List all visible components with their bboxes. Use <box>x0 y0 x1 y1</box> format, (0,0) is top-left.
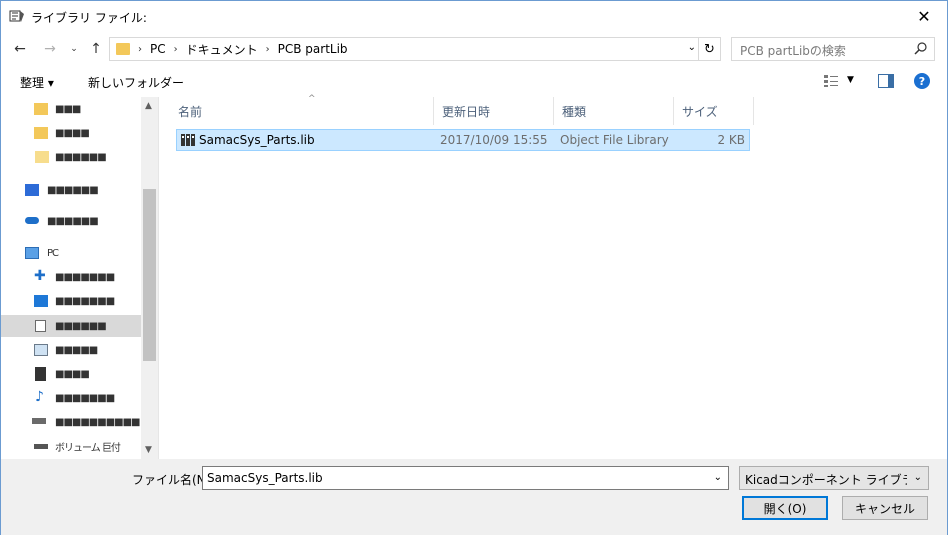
new-folder-button[interactable]: 新しいフォルダー <box>88 74 184 91</box>
nav-item[interactable]: ■■■■■■ <box>1 210 141 232</box>
refresh-icon[interactable]: ↻ <box>698 38 720 60</box>
file-list: 名前 ^ 更新日時 種類 サイズ SamacSys_Parts.lib 2017… <box>160 94 947 459</box>
up-arrow-icon[interactable]: ↑ <box>87 40 105 58</box>
column-header-type[interactable]: 種類 <box>554 97 674 125</box>
library-file-icon <box>181 134 195 146</box>
preview-pane-icon[interactable] <box>878 74 894 88</box>
nav-item[interactable]: ✚ ■■■■■■■ <box>1 266 141 288</box>
filename-input[interactable]: SamacSys_Parts.lib ⌄ <box>202 466 729 490</box>
chevron-down-icon[interactable]: ⌄ <box>714 472 722 483</box>
open-button[interactable]: 開く(O) <box>742 496 828 520</box>
local-disk-icon <box>32 418 46 424</box>
chevron-down-icon[interactable]: ⌄ <box>688 42 696 53</box>
nav-scrollbar[interactable]: ▲ ▼ <box>141 97 158 459</box>
file-type-filter-select[interactable]: Kicadコンポーネント ライブラリ ファイ ⌄ <box>739 466 929 490</box>
title-bar: ライブラリ ファイル: ✕ <box>1 1 947 32</box>
file-date: 2017/10/09 15:55 <box>440 133 548 147</box>
desktop-icon <box>34 295 48 307</box>
cancel-button[interactable]: キャンセル <box>842 496 928 520</box>
file-type-filter-value: Kicadコンポーネント ライブラリ ファイ <box>745 473 907 487</box>
pinned-folder-icon <box>34 127 48 139</box>
nav-item[interactable]: ■■■■ <box>1 122 141 144</box>
folder-icon <box>35 151 49 163</box>
close-button[interactable]: ✕ <box>901 1 947 31</box>
search-icon <box>914 42 927 55</box>
nav-item[interactable]: ■■■■■■■ <box>1 290 141 312</box>
view-options-icon[interactable] <box>823 74 839 88</box>
scroll-down-icon[interactable]: ▼ <box>145 445 152 455</box>
scroll-up-icon[interactable]: ▲ <box>145 101 152 111</box>
documents-icon <box>35 320 46 332</box>
nav-item[interactable]: ♪ ■■■■■■■ <box>1 387 141 409</box>
search-placeholder: PCB partLibの検索 <box>740 44 846 58</box>
nav-item[interactable]: ■■■■ <box>1 363 141 385</box>
onedrive-icon <box>25 217 39 224</box>
breadcrumb-separator-icon[interactable]: › <box>266 44 270 55</box>
dialog-footer: ファイル名(N): SamacSys_Parts.lib ⌄ Kicadコンポー… <box>1 459 947 535</box>
organize-button[interactable]: 整理 ▾ <box>20 74 54 91</box>
pc-icon <box>25 247 39 259</box>
recent-locations-dropdown-icon[interactable]: ⌄ <box>65 40 83 58</box>
nav-item[interactable]: PC <box>1 242 141 264</box>
filename-value: SamacSys_Parts.lib <box>207 471 323 485</box>
scrollbar-thumb[interactable] <box>143 189 156 361</box>
music-icon: ♪ <box>35 389 44 405</box>
command-toolbar: 整理 ▾ 新しいフォルダー ▼ ? <box>1 66 947 97</box>
nav-item[interactable]: ■■■■■■ <box>1 179 141 201</box>
breadcrumb-separator-icon[interactable]: › <box>138 44 142 55</box>
nav-item-selected[interactable]: ■■■■■■ <box>1 315 141 337</box>
navigation-pane: ■■■ ■■■■ ■■■■■■ ■■■■■■ ■■■■■■ PC ✚ ■■■■■… <box>1 97 159 459</box>
address-bar[interactable]: › PC › ドキュメント › PCB partLib ⌄ ↻ <box>109 37 721 61</box>
videos-icon <box>35 367 46 381</box>
sort-ascending-icon: ^ <box>308 94 316 104</box>
breadcrumb-pc[interactable]: PC <box>150 42 166 56</box>
nav-item[interactable]: ■■■■■■ <box>1 146 141 168</box>
column-header-size[interactable]: サイズ <box>674 97 754 125</box>
breadcrumb-pcb-partlib[interactable]: PCB partLib <box>278 42 348 56</box>
nav-item[interactable]: ボリューム 巨付 <box>1 435 141 457</box>
nav-item[interactable]: ■■■ <box>1 98 141 120</box>
help-icon[interactable]: ? <box>914 73 930 89</box>
forward-arrow-icon[interactable]: → <box>41 40 59 58</box>
pinned-folder-icon <box>34 103 48 115</box>
nav-item[interactable]: ■■■■■■■■■■ <box>1 411 141 433</box>
file-type: Object File Library <box>560 133 669 147</box>
file-name: SamacSys_Parts.lib <box>199 133 315 147</box>
kicad-app-icon <box>9 10 24 22</box>
breadcrumb-separator-icon[interactable]: › <box>174 44 178 55</box>
drive-icon <box>34 444 48 449</box>
file-open-dialog: ライブラリ ファイル: ✕ ← → ⌄ ↑ › PC › ドキュメント › PC… <box>0 0 948 535</box>
breadcrumb-documents[interactable]: ドキュメント <box>186 41 258 58</box>
chevron-down-icon[interactable]: ⌄ <box>914 472 922 483</box>
pictures-icon <box>34 344 48 356</box>
column-header-date[interactable]: 更新日時 <box>434 97 554 125</box>
file-size: 2 KB <box>717 133 745 147</box>
column-header-name[interactable]: 名前 ^ <box>170 94 434 125</box>
dropbox-icon <box>25 184 39 196</box>
file-row[interactable]: SamacSys_Parts.lib 2017/10/09 15:55 Obje… <box>176 129 750 151</box>
window-title: ライブラリ ファイル: <box>31 11 147 25</box>
back-arrow-icon[interactable]: ← <box>11 40 29 58</box>
view-dropdown-icon[interactable]: ▼ <box>847 75 854 85</box>
folder-icon <box>116 43 130 55</box>
search-input[interactable]: PCB partLibの検索 <box>731 37 935 61</box>
nav-item[interactable]: ■■■■■ <box>1 339 141 361</box>
address-row: ← → ⌄ ↑ › PC › ドキュメント › PCB partLib ⌄ ↻ … <box>1 32 947 66</box>
3d-objects-icon: ✚ <box>34 268 46 284</box>
